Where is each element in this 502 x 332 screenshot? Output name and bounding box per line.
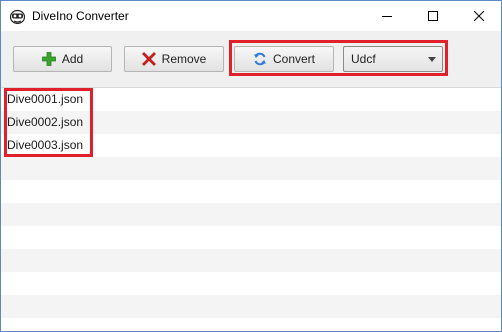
- empty-list-row: [1, 157, 501, 180]
- empty-list-row: [1, 226, 501, 249]
- empty-list-row: [1, 249, 501, 272]
- close-button[interactable]: [457, 1, 501, 31]
- window-title: DiveIno Converter: [32, 9, 129, 23]
- plus-icon: [41, 52, 56, 66]
- empty-list-row: [1, 272, 501, 295]
- empty-list-row: [1, 318, 501, 331]
- add-button-label: Add: [61, 52, 84, 66]
- toolbar: Add Remove Convert Udcf: [1, 31, 501, 87]
- diveino-logo-icon: [9, 8, 26, 25]
- empty-list-row: [1, 180, 501, 203]
- maximize-button[interactable]: [411, 1, 455, 31]
- highlight-box-files: [4, 88, 93, 157]
- remove-button-label: Remove: [161, 52, 207, 66]
- minimize-icon: [382, 16, 392, 17]
- highlight-box-toolbar: [229, 40, 448, 76]
- title-bar: DiveIno Converter: [1, 1, 501, 31]
- minimize-button[interactable]: [365, 1, 409, 31]
- close-icon: [474, 11, 484, 21]
- maximize-icon: [428, 11, 438, 21]
- app-window: DiveIno Converter Add Remove Convert Udc…: [0, 0, 502, 332]
- add-button[interactable]: Add: [13, 46, 112, 72]
- empty-list-row: [1, 203, 501, 226]
- cross-icon: [141, 52, 156, 66]
- empty-list-row: [1, 295, 501, 318]
- remove-button[interactable]: Remove: [124, 46, 224, 72]
